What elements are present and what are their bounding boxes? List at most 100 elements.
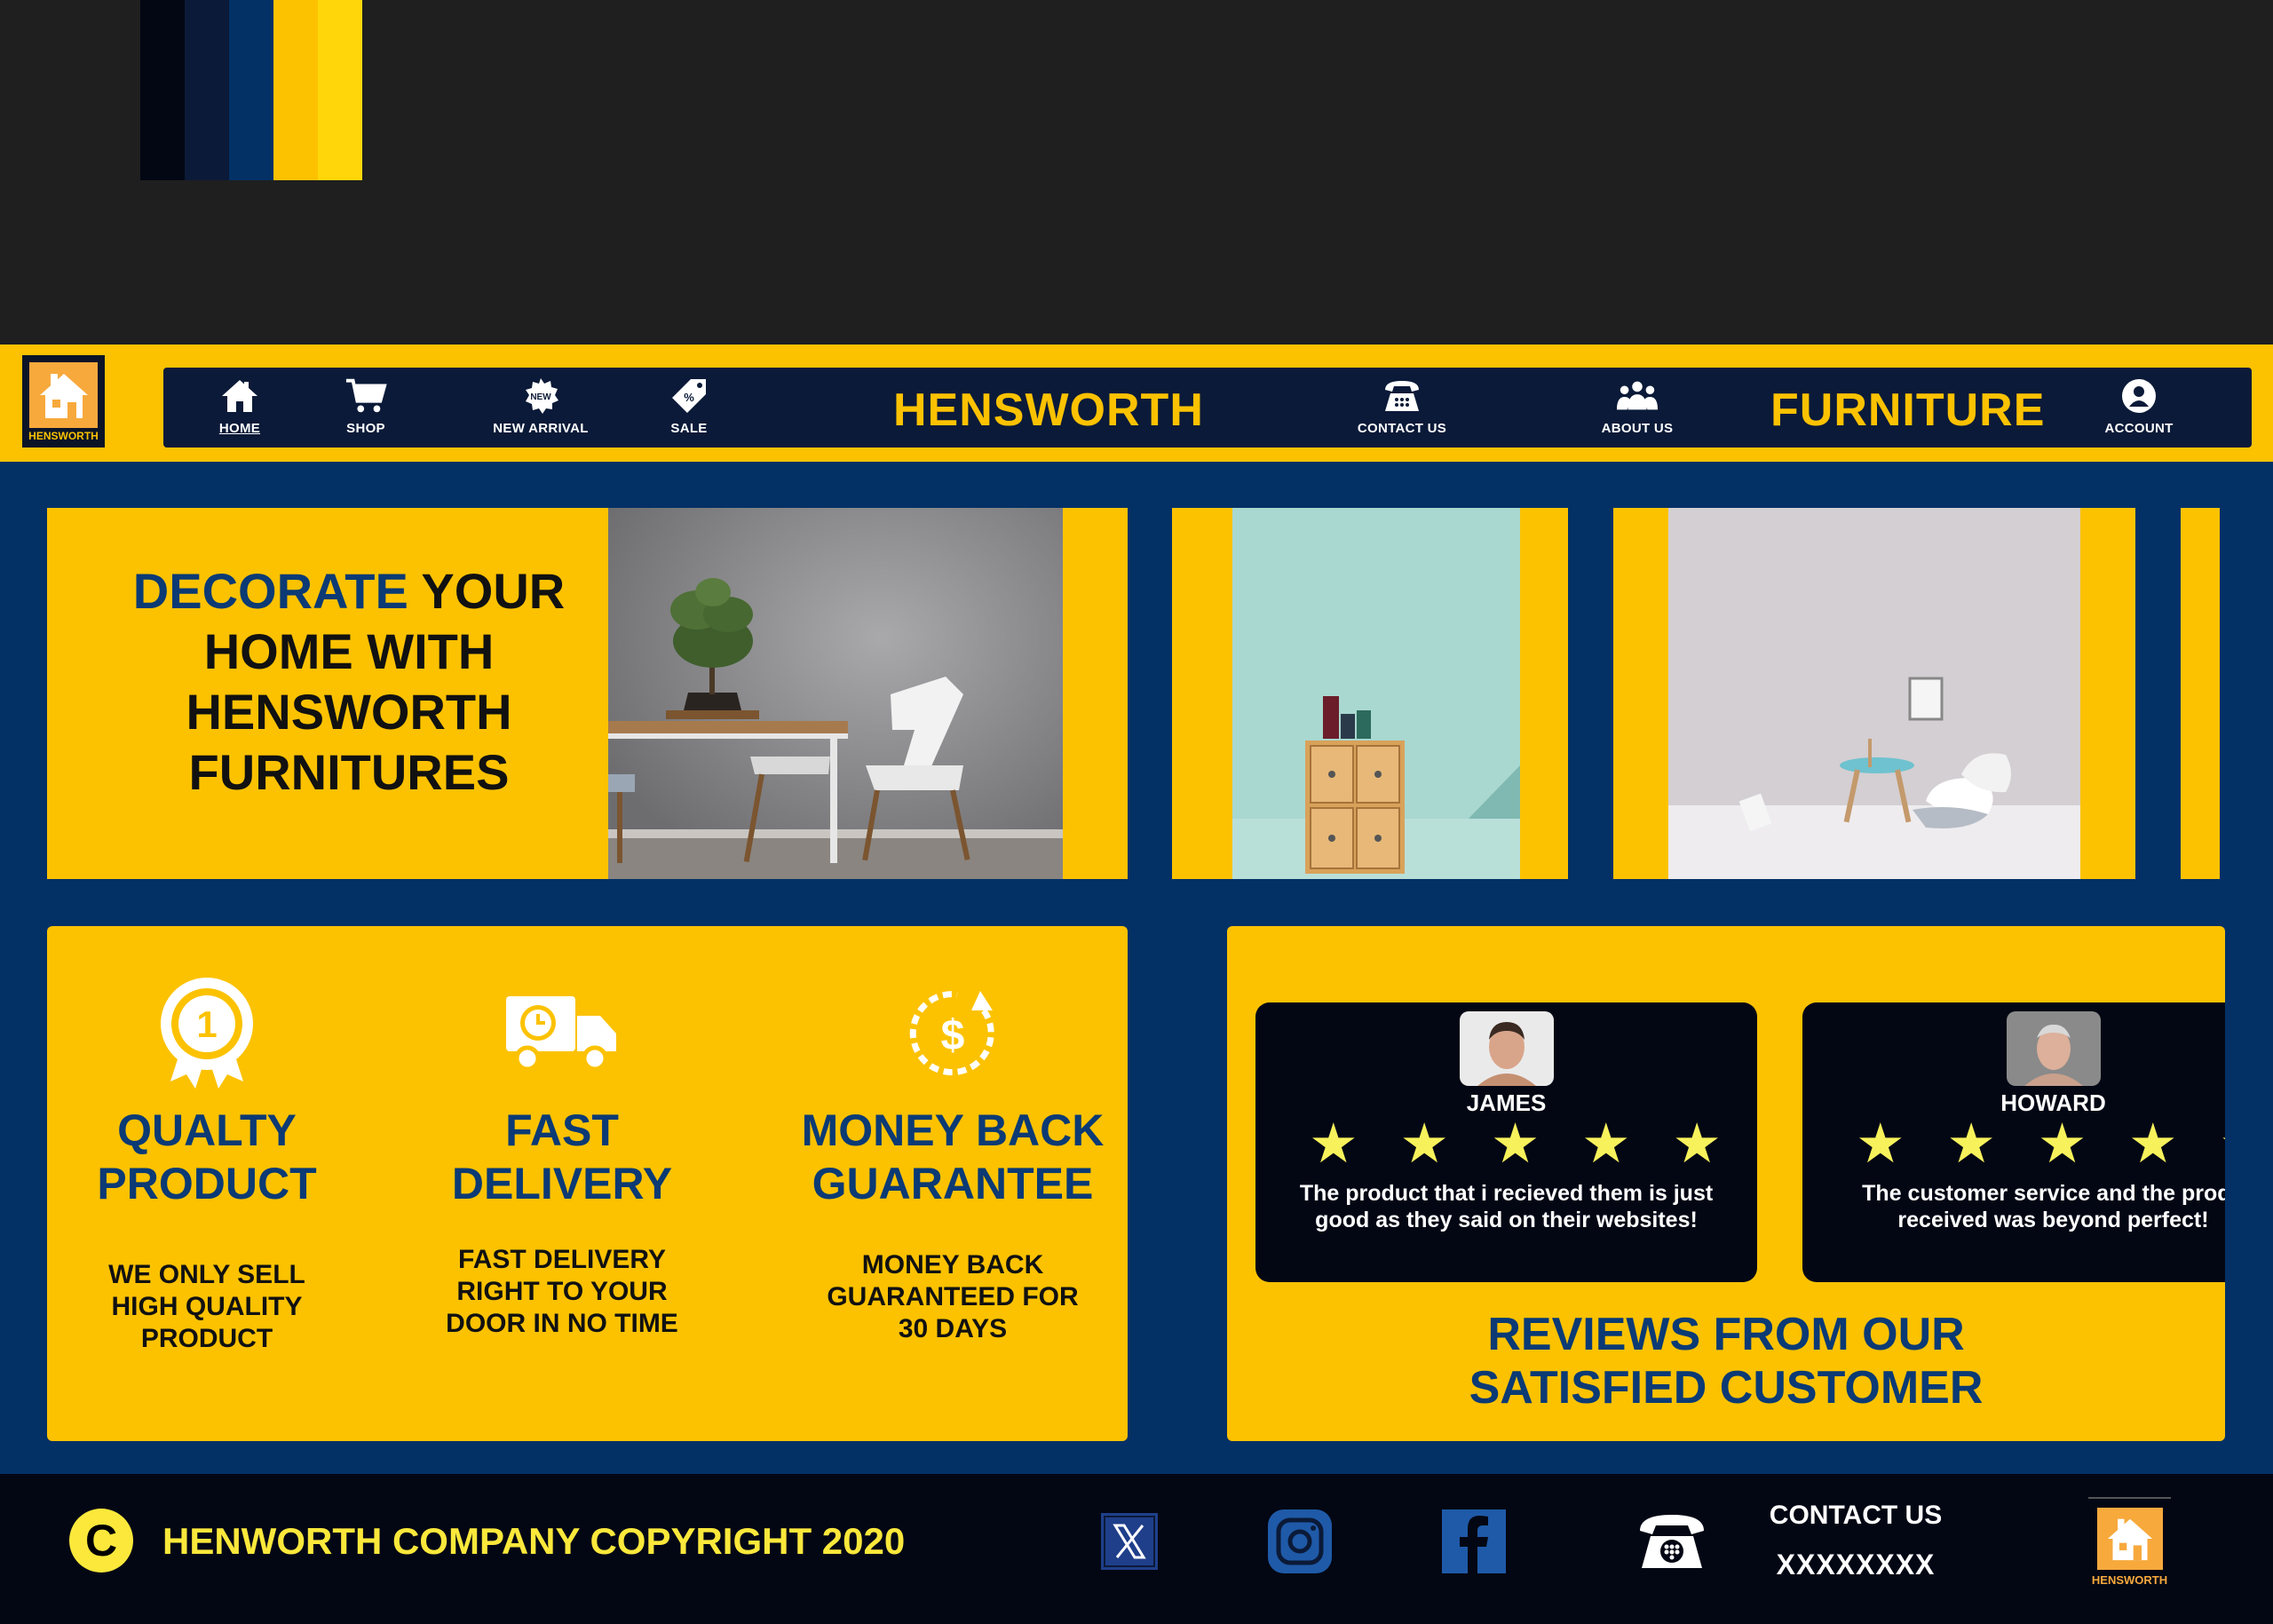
swatch-4: [273, 0, 318, 180]
feature-money-back: $ MONEY BACK GUARANTEE MONEY BACK GUARAN…: [775, 926, 1130, 1441]
instagram-icon[interactable]: [1268, 1509, 1332, 1573]
hero-title-accent: DECORATE: [132, 563, 408, 619]
swatch-1: [140, 0, 185, 180]
carousel-slide-3[interactable]: [1613, 508, 2135, 879]
nav-home[interactable]: HOME: [211, 375, 268, 444]
delivery-truck-icon: [500, 970, 624, 1095]
house-logo-icon: [2097, 1508, 2163, 1570]
copyright-text: HENWORTH COMPANY COPYRIGHT 2020: [162, 1520, 906, 1562]
reviews-panel: JAMES ★ ★ ★ ★ ★ The product that i recie…: [1227, 926, 2225, 1441]
award-medal-icon: 1: [145, 970, 269, 1095]
svg-text:%: %: [684, 391, 694, 404]
feature-money-back-title-line2: GUARANTEE: [812, 1159, 1094, 1208]
review-text: The customer service and the produ recei…: [1820, 1180, 2225, 1233]
nav-contact-us-label: CONTACT US: [1357, 421, 1447, 436]
star-icon: ★: [1946, 1113, 1996, 1175]
feature-money-back-desc: MONEY BACK GUARANTEED FOR 30 DAYS: [827, 1250, 1079, 1343]
star-rating: ★ ★ ★ ★ ★: [1856, 1115, 2225, 1174]
nav-account[interactable]: ACCOUNT: [2095, 375, 2183, 444]
star-icon: ★: [1490, 1113, 1540, 1175]
site-logo[interactable]: HENSWORTH: [22, 355, 105, 448]
nav-shop[interactable]: SHOP: [337, 375, 394, 444]
feature-delivery-desc: FAST DELIVERY RIGHT TO YOUR DOOR IN NO T…: [446, 1245, 678, 1338]
review-card[interactable]: JAMES ★ ★ ★ ★ ★ The product that i recie…: [1255, 1002, 1757, 1282]
dining-room-photo: [608, 508, 1063, 879]
nav-about-us[interactable]: ABOUT US: [1593, 375, 1682, 444]
logo-label: HENSWORTH: [28, 430, 99, 442]
swatch-2: [185, 0, 229, 180]
star-icon: ★: [2037, 1113, 2087, 1175]
feature-quality: 1 QUALTY PRODUCT WE ONLY SELL HIGH QUALI…: [47, 926, 367, 1441]
carousel-slide-4[interactable]: [2181, 508, 2220, 879]
star-icon: ★: [1856, 1113, 1905, 1175]
footer-logo[interactable]: HENSWORTH: [2088, 1497, 2171, 1587]
footer: C HENWORTH COMPANY COPYRIGHT 2020 CONTAC…: [0, 1474, 2273, 1624]
star-icon: ★: [1672, 1113, 1722, 1175]
feature-money-back-title-line1: MONEY BACK: [801, 1105, 1105, 1155]
main-navigation: HOME SHOP NEW NEW ARRIVAL % SALE HENSWOR…: [163, 368, 2252, 448]
nav-about-us-label: ABOUT US: [1601, 421, 1674, 436]
nav-new-arrival[interactable]: NEW NEW ARRIVAL: [479, 375, 603, 444]
price-tag-icon: %: [668, 375, 710, 417]
hero-slide[interactable]: DECORATE YOUR HOME WITH HENSWORTH FURNIT…: [47, 508, 1128, 879]
living-room-photo: [1668, 508, 2080, 879]
hero-title: DECORATE YOUR HOME WITH HENSWORTH FURNIT…: [83, 561, 615, 803]
hero-title-line1: YOUR: [408, 563, 566, 619]
brand-right: FURNITURE: [1770, 384, 2046, 436]
hero-title-line4: FURNITURES: [188, 744, 510, 800]
drawer-cabinet-photo: [1232, 508, 1520, 879]
star-icon: ★: [2219, 1115, 2225, 1174]
feature-delivery-title: FAST DELIVERY: [402, 1104, 722, 1210]
review-text-line1: The product that i recieved them is just: [1299, 1181, 1714, 1206]
feature-quality-title-line2: PRODUCT: [97, 1159, 317, 1208]
review-text-line2: good as they said on their websites!: [1315, 1208, 1698, 1232]
nav-sale[interactable]: % SALE: [661, 375, 717, 444]
x-icon[interactable]: [1097, 1509, 1161, 1573]
review-text: The product that i recieved them is just…: [1273, 1180, 1739, 1233]
carousel-slide-2[interactable]: [1172, 508, 1568, 879]
feature-delivery: FAST DELIVERY FAST DELIVERY RIGHT TO YOU…: [402, 926, 722, 1441]
reviews-heading-line1: REVIEWS FROM OUR: [1487, 1309, 1965, 1360]
star-icon: ★: [2128, 1113, 2178, 1175]
nav-home-label: HOME: [218, 421, 261, 436]
swatch-3: [229, 0, 273, 180]
brand-left: HENSWORTH: [893, 384, 1204, 436]
nav-sale-label: SALE: [670, 421, 708, 436]
feature-delivery-title-line1: FAST: [505, 1105, 619, 1155]
svg-text:$: $: [941, 1012, 965, 1059]
avatar: [1459, 1011, 1554, 1086]
hero-title-line3: HENSWORTH: [186, 684, 512, 740]
account-icon: [2118, 375, 2160, 417]
star-icon: ★: [1581, 1113, 1631, 1175]
phone-icon: [1636, 1509, 1707, 1580]
copyright-icon: C: [69, 1509, 133, 1573]
reviews-heading: REVIEWS FROM OUR SATISFIED CUSTOMER: [1227, 1308, 2225, 1414]
review-card[interactable]: HOWARD ★ ★ ★ ★ ★ The customer service an…: [1802, 1002, 2225, 1282]
feature-quality-desc: WE ONLY SELL HIGH QUALITY PRODUCT: [108, 1260, 305, 1353]
star-icon: ★: [1399, 1113, 1449, 1175]
contact-title: CONTACT US: [1769, 1501, 1943, 1530]
nav-contact-us[interactable]: CONTACT US: [1353, 375, 1451, 444]
house-logo-icon: [29, 362, 98, 428]
phone-icon: [1381, 375, 1423, 417]
hero-title-line2: HOME WITH: [203, 623, 495, 679]
review-text-line2: received was beyond perfect!: [1897, 1208, 2209, 1232]
feature-quality-title-line1: QUALTY: [117, 1105, 297, 1155]
avatar: [2006, 1011, 2101, 1086]
nav-new-arrival-label: NEW ARRIVAL: [493, 421, 589, 436]
facebook-icon[interactable]: [1442, 1509, 1506, 1573]
home-icon: [218, 375, 261, 417]
feature-quality-title: QUALTY PRODUCT: [47, 1104, 367, 1210]
reviews-heading-line2: SATISFIED CUSTOMER: [1469, 1362, 1984, 1414]
money-back-icon: $: [891, 970, 1015, 1095]
new-badge-icon: NEW: [519, 375, 562, 417]
nav-account-label: ACCOUNT: [2104, 421, 2174, 436]
feature-money-back-title: MONEY BACK GUARANTEE: [775, 1104, 1130, 1210]
nav-shop-label: SHOP: [346, 421, 385, 436]
star-rating: ★ ★ ★ ★ ★: [1309, 1115, 1722, 1174]
svg-text:1: 1: [196, 1003, 217, 1045]
feature-delivery-title-line2: DELIVERY: [451, 1159, 673, 1208]
color-palette: [140, 0, 362, 180]
contact-number[interactable]: XXXXXXXX: [1758, 1549, 1953, 1581]
cart-icon: [345, 375, 387, 417]
